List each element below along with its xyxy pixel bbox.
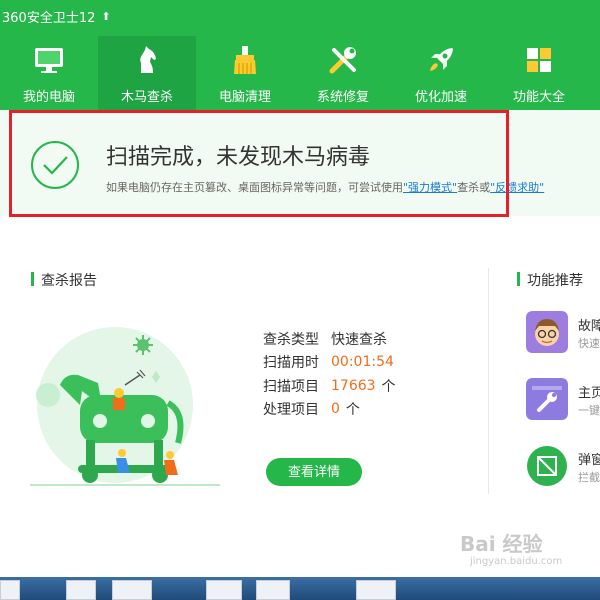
tab-my-computer[interactable]: 我的电脑 xyxy=(0,36,98,110)
recommend-item-sub: 快速 xyxy=(578,337,600,350)
app-title: 360安全卫士12 xyxy=(2,11,96,26)
stat-label: 查杀类型 xyxy=(263,331,319,348)
virus-icon xyxy=(133,335,153,355)
stat-unit: 个 xyxy=(345,402,360,419)
popup-block-icon xyxy=(527,446,567,486)
taskbar-window-thumb[interactable] xyxy=(0,580,20,600)
broom-icon xyxy=(234,46,256,74)
tab-label: 电脑清理 xyxy=(218,90,271,105)
tab-all-features[interactable]: 功能大全 xyxy=(490,36,588,110)
tab-label: 优化加速 xyxy=(414,90,467,105)
rocket-icon xyxy=(430,48,453,71)
upgrade-arrow-icon[interactable]: ⬆ xyxy=(101,11,110,22)
recommend-item-title: 弹窗 xyxy=(578,453,600,468)
baidu-watermark: Bai 经验 xyxy=(460,532,543,556)
stat-value: 0 xyxy=(331,401,340,418)
recommend-item-popup[interactable]: 弹窗 拦截 xyxy=(526,445,600,489)
doctor-avatar-icon xyxy=(526,311,568,353)
computer-icon xyxy=(35,48,63,73)
stat-value: 17663 xyxy=(331,377,376,394)
tab-label: 功能大全 xyxy=(512,90,565,105)
taskbar-window-thumb[interactable] xyxy=(112,580,152,600)
report-title: 查杀报告 xyxy=(31,270,97,290)
stat-row-scan-type: 查杀类型 快速查杀 xyxy=(263,327,396,351)
taskbar-window-thumb[interactable] xyxy=(356,580,396,600)
tab-cleanup[interactable]: 电脑清理 xyxy=(196,36,294,110)
taskbar-window-thumb[interactable] xyxy=(256,580,290,600)
tab-label: 系统修复 xyxy=(316,90,369,105)
recommend-item-title: 故障 xyxy=(578,319,600,334)
main-nav: 我的电脑 木马查杀 电脑清理 系统修复 优化加速 功能大全 xyxy=(0,36,600,110)
recommend-item-title: 主页 xyxy=(578,386,600,401)
recommend-title: 功能推荐 xyxy=(517,270,583,290)
taskbar-window-thumb[interactable] xyxy=(66,580,96,600)
stat-label: 扫描用时 xyxy=(263,355,319,372)
view-details-button[interactable]: 查看详情 xyxy=(266,458,362,486)
stat-label: 处理项目 xyxy=(263,402,319,419)
baidu-watermark-url: jingyan.baidu.com xyxy=(470,556,563,567)
stat-value: 快速查杀 xyxy=(331,331,387,348)
stat-unit: 个 xyxy=(381,378,396,395)
section-divider xyxy=(488,268,489,494)
taskbar-window-thumb[interactable] xyxy=(206,580,242,600)
trojan-horse-illustration xyxy=(30,327,220,486)
recommend-item-sub: 拦截 xyxy=(578,471,600,484)
stat-label: 扫描项目 xyxy=(263,378,319,395)
title-bar: 360安全卫士12 ⬆ xyxy=(2,7,111,26)
tab-label: 木马查杀 xyxy=(120,90,173,105)
recommend-item-sub: 一键 xyxy=(578,404,600,417)
tab-trojan-scan[interactable]: 木马查杀 xyxy=(98,36,196,110)
annotation-highlight-box xyxy=(9,110,509,217)
tools-icon xyxy=(329,47,356,74)
horse-icon xyxy=(140,46,156,73)
stat-row-scanned-items: 扫描项目 17663 个 xyxy=(263,374,396,398)
recommend-item-fault[interactable]: 故障 快速 xyxy=(526,311,600,355)
grid-icon xyxy=(527,48,551,72)
tab-speedup[interactable]: 优化加速 xyxy=(392,36,490,110)
recommend-item-homepage[interactable]: 主页 一键 xyxy=(526,378,600,422)
report-stats: 查杀类型 快速查杀 扫描用时 00:01:54 扫描项目 17663 个 处理项… xyxy=(263,327,396,421)
tab-label: 我的电脑 xyxy=(22,90,75,105)
stat-row-scan-time: 扫描用时 00:01:54 xyxy=(263,351,396,375)
wrench-window-icon xyxy=(526,378,568,420)
stat-value: 00:01:54 xyxy=(331,354,394,371)
stat-row-handled-items: 处理项目 0 个 xyxy=(263,398,396,422)
tab-system-repair[interactable]: 系统修复 xyxy=(294,36,392,110)
